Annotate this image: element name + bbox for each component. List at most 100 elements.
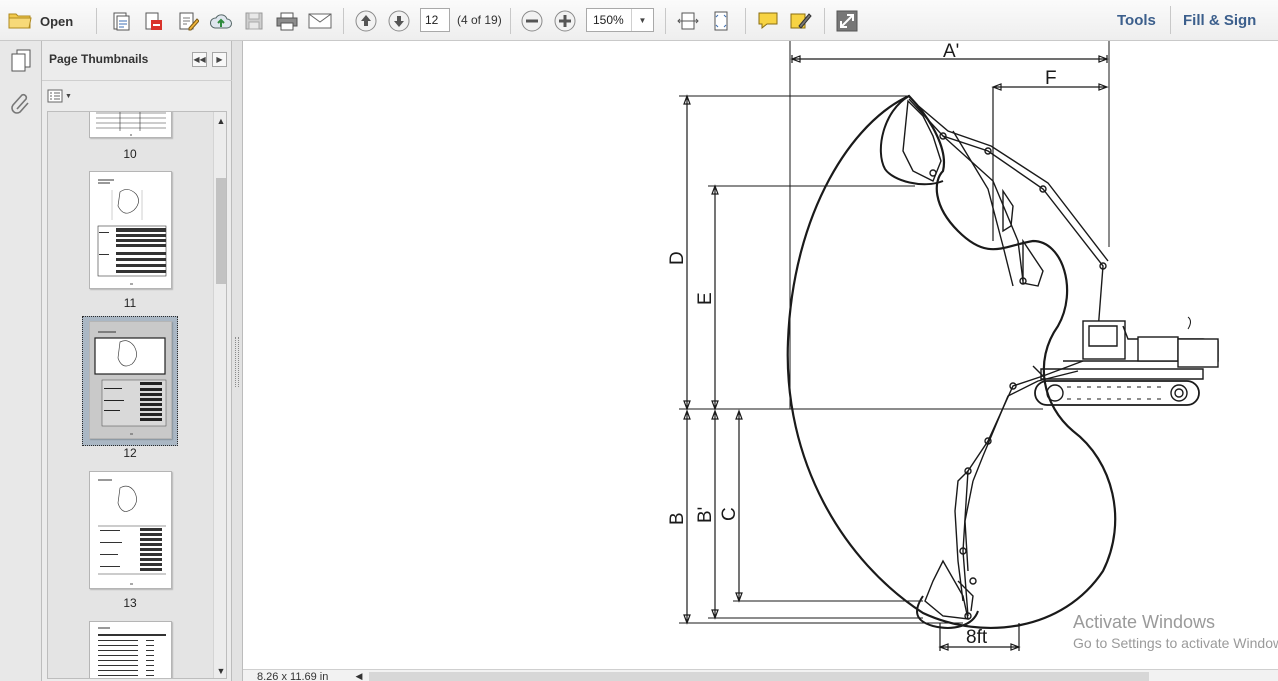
label-e: E: [695, 292, 716, 305]
dimension-c: [735, 409, 743, 603]
toolbar-separator: [824, 8, 825, 34]
dimension-f: [991, 83, 1109, 241]
create-pdf-button[interactable]: [108, 8, 134, 34]
chevron-right-icon: ▶: [216, 55, 223, 64]
export-pdf-button[interactable]: [140, 8, 166, 34]
highlight-button[interactable]: [788, 8, 814, 34]
scrollbar-thumb[interactable]: [216, 178, 226, 284]
thumbnail-panel: Page Thumbnails ◀◀ ▶ ▼ 10 11 12 13 ▲ ▼: [42, 41, 232, 681]
highlighter-icon: [790, 13, 812, 29]
label-c: C: [719, 507, 740, 521]
watermark-subtitle: Go to Settings to activate Windows.: [1073, 635, 1278, 651]
divider: [42, 80, 232, 81]
minus-circle-icon: [521, 10, 543, 32]
chevron-down-icon: ▼: [65, 92, 72, 100]
thumbnail-label: 13: [123, 596, 137, 610]
arrow-up-circle-icon: [355, 10, 377, 32]
double-chevron-left-icon: ◀◀: [193, 55, 206, 64]
list-options-icon: [47, 89, 63, 103]
zoom-out-button[interactable]: [519, 8, 545, 34]
main-toolbar: Open 12 (4 of 19) 150% ▼ Tools Fill & Si…: [0, 0, 1278, 41]
edit-pdf-button[interactable]: [175, 8, 201, 34]
upload-button[interactable]: [208, 8, 234, 34]
panel-splitter[interactable]: [232, 41, 243, 681]
watermark-title: Activate Windows: [1073, 612, 1216, 632]
label-f: F: [1045, 68, 1057, 89]
panel-title: Page Thumbnails: [49, 52, 149, 66]
export-pdf-icon: [145, 12, 162, 30]
full-screen-button[interactable]: [834, 8, 860, 34]
thumbnail-label: 10: [123, 147, 137, 161]
thumbnail-label: 11: [123, 296, 137, 310]
fit-width-icon: [677, 12, 699, 30]
collapse-panel-button[interactable]: ◀◀: [192, 52, 207, 67]
print-button[interactable]: [274, 8, 300, 34]
scroll-down-icon[interactable]: ▼: [214, 664, 226, 678]
fit-page-icon: [714, 11, 728, 31]
folder-icon: [8, 10, 32, 33]
fit-full-page-button[interactable]: [708, 8, 734, 34]
save-icon: [245, 12, 263, 30]
thumbnail-options-button[interactable]: ▼: [47, 87, 73, 105]
tools-link[interactable]: Tools: [1117, 12, 1156, 29]
status-bar: 8.26 x 11.69 in ◀: [243, 669, 1278, 681]
working-envelope: [786, 94, 1117, 629]
excavator-working-range-diagram: A' F D E B B' C 8ft: [667, 41, 1219, 651]
arrow-down-circle-icon: [388, 10, 410, 32]
document-view[interactable]: A' F D E B B' C 8ft: [243, 41, 1278, 669]
create-pdf-icon: [113, 12, 130, 31]
scroll-left-icon[interactable]: ◀: [353, 670, 365, 681]
windows-activation-watermark: Activate Windows Go to Settings to activ…: [1073, 612, 1278, 651]
thumbnail-list[interactable]: 10 11 12 13 ▲ ▼: [47, 111, 227, 679]
page-preview: [97, 179, 167, 285]
zoom-in-button[interactable]: [552, 8, 578, 34]
label-a-prime: A': [943, 41, 959, 62]
fit-page-button[interactable]: [675, 8, 701, 34]
thumbnail-label: 12: [123, 446, 137, 460]
email-button[interactable]: [307, 8, 333, 34]
chevron-down-icon: ▼: [631, 9, 653, 31]
zoom-dropdown[interactable]: 150% ▼: [586, 8, 654, 32]
toolbar-separator: [745, 8, 746, 34]
fill-and-sign-link[interactable]: Fill & Sign: [1183, 12, 1256, 29]
toolbar-separator: [96, 8, 97, 34]
expand-icon: [836, 10, 858, 32]
panel-menu-button[interactable]: ▶: [212, 52, 227, 67]
page-preview: [98, 627, 166, 676]
label-b: B: [667, 512, 688, 525]
thumbnail-page-10[interactable]: [89, 112, 172, 138]
toolbar-separator: [665, 8, 666, 34]
cloud-upload-icon: [209, 14, 232, 29]
toolbar-separator: [510, 8, 511, 34]
page-preview: [96, 112, 166, 136]
previous-page-button[interactable]: [353, 8, 379, 34]
thumbnail-scrollbar[interactable]: ▲ ▼: [213, 112, 226, 678]
save-button[interactable]: [241, 8, 267, 34]
plus-circle-icon: [554, 10, 576, 32]
thumbnail-page-11[interactable]: [89, 171, 172, 289]
page-preview: [98, 479, 166, 585]
label-d: D: [667, 251, 688, 265]
thumbnail-page-14[interactable]: [89, 621, 172, 678]
page-thumbnails-icon[interactable]: [8, 47, 34, 73]
splitter-grip[interactable]: [235, 337, 239, 387]
page-size-label: 8.26 x 11.69 in: [257, 671, 329, 681]
paperclip-icon[interactable]: [8, 90, 34, 116]
toolbar-separator: [1170, 6, 1171, 34]
thumbnail-page-12[interactable]: [89, 321, 172, 439]
thumbnail-page-13[interactable]: [89, 471, 172, 589]
open-label: Open: [40, 13, 74, 29]
next-page-button[interactable]: [386, 8, 412, 34]
horizontal-scrollbar[interactable]: [369, 672, 1149, 681]
navigation-rail: [0, 41, 42, 681]
open-button[interactable]: Open: [8, 8, 73, 34]
page-count-label: (4 of 19): [457, 13, 502, 27]
printer-icon: [276, 12, 298, 31]
zoom-value: 150%: [593, 13, 624, 27]
envelope-icon: [308, 13, 332, 29]
edit-pdf-icon: [179, 12, 199, 31]
comment-button[interactable]: [755, 8, 781, 34]
label-8ft: 8ft: [966, 627, 988, 648]
page-number-input[interactable]: 12: [420, 8, 450, 32]
scroll-up-icon[interactable]: ▲: [214, 114, 226, 128]
